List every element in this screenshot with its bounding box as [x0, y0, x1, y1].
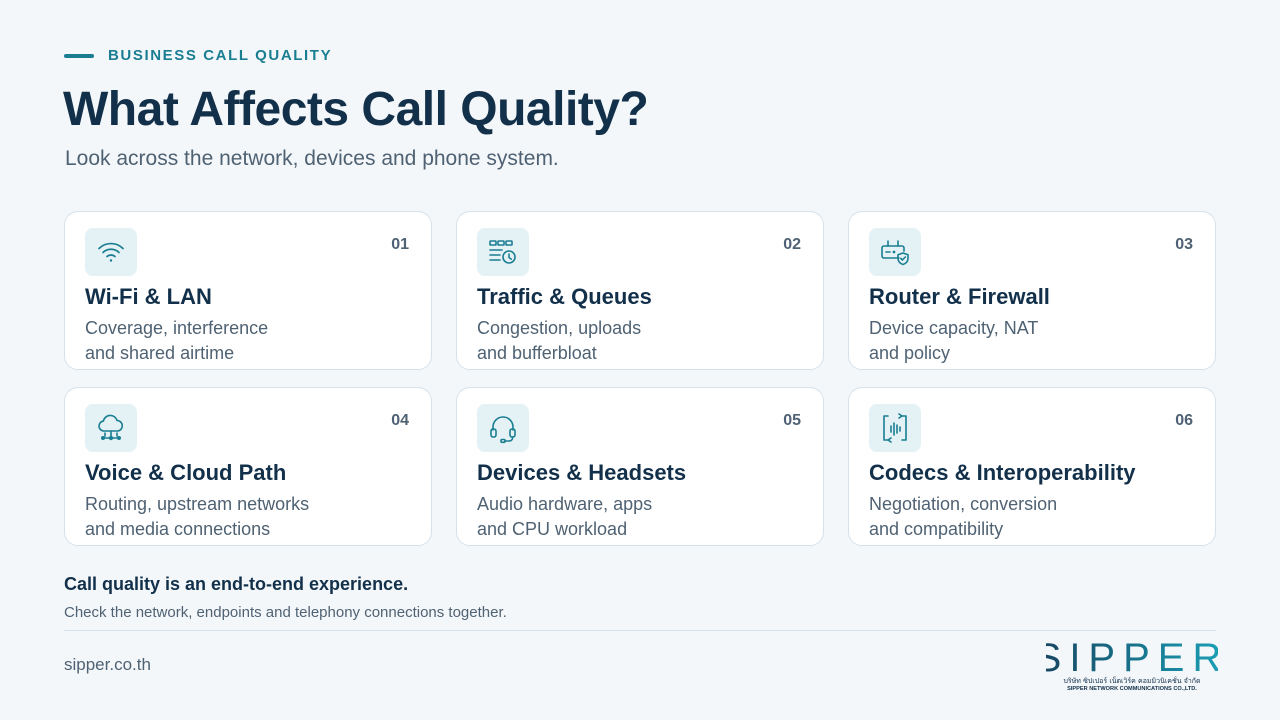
logo-company-name: SIPPER NETWORK COMMUNICATIONS CO.,LTD.: [1067, 686, 1197, 692]
audio-codec-icon: [869, 404, 921, 452]
factor-card-router-firewall: 03 Router & Firewall Device capacity, NA…: [848, 211, 1216, 370]
factor-card-traffic-queues: 02 Traffic & Queues Congestion, uploads …: [456, 211, 824, 370]
queue-clock-icon: [477, 228, 529, 276]
card-description: Routing, upstream networks and media con…: [85, 494, 310, 539]
card-description: Device capacity, NAT and policy: [869, 318, 1039, 363]
card-description: Coverage, interference and shared airtim…: [85, 318, 269, 363]
eyebrow-accent-bar: [64, 53, 94, 58]
card-description: Audio hardware, apps and CPU workload: [477, 494, 653, 539]
wifi-icon: [85, 228, 137, 276]
card-number: 03: [1175, 236, 1193, 253]
page-subtitle: Look across the network, devices and pho…: [65, 147, 559, 170]
router-shield-icon: [869, 228, 921, 276]
card-description: Congestion, uploads and bufferbloat: [477, 318, 642, 363]
footer-divider: [64, 630, 1216, 631]
sipper-logo: SIPPER บริษัท ซิปเปอร์ เน็ตเวิร์ค คอมมิว…: [1046, 636, 1218, 692]
card-title: Devices & Headsets: [477, 460, 687, 485]
card-title: Router & Firewall: [869, 284, 1050, 309]
card-description: Negotiation, conversion and compatibilit…: [869, 494, 1058, 539]
summary-subtext: Check the network, endpoints and telepho…: [64, 604, 507, 621]
summary-heading: Call quality is an end-to-end experience…: [64, 574, 409, 594]
factor-card-devices-headsets: 05 Devices & Headsets Audio hardware, ap…: [456, 387, 824, 546]
factor-card-codecs: 06 Codecs & Interoperability Negotiation…: [848, 387, 1216, 546]
card-title: Wi-Fi & LAN: [85, 284, 212, 309]
page-title: What Affects Call Quality?: [63, 83, 649, 136]
eyebrow-label: BUSINESS CALL QUALITY: [108, 47, 333, 64]
card-number: 04: [391, 412, 409, 429]
logo-wordmark: SIPPER: [1046, 636, 1218, 680]
website-link[interactable]: sipper.co.th: [64, 655, 151, 675]
factor-card-grid: 01 Wi-Fi & LAN Coverage, interference an…: [64, 211, 1216, 546]
card-number: 06: [1175, 412, 1193, 429]
headset-icon: [477, 404, 529, 452]
card-number: 05: [783, 412, 801, 429]
card-title: Codecs & Interoperability: [869, 460, 1136, 485]
cloud-network-icon: [85, 404, 137, 452]
factor-card-voice-cloud: 04 Voice & Cloud Path Routing, upstream …: [64, 387, 432, 546]
logo-thai-name: บริษัท ซิปเปอร์ เน็ตเวิร์ค คอมมิวนิเคชั่…: [1063, 676, 1200, 685]
eyebrow: BUSINESS CALL QUALITY: [64, 47, 332, 64]
card-number: 02: [783, 236, 801, 253]
card-title: Voice & Cloud Path: [85, 460, 287, 485]
card-number: 01: [391, 236, 409, 253]
card-title: Traffic & Queues: [477, 284, 652, 309]
factor-card-wifi-lan: 01 Wi-Fi & LAN Coverage, interference an…: [64, 211, 432, 370]
